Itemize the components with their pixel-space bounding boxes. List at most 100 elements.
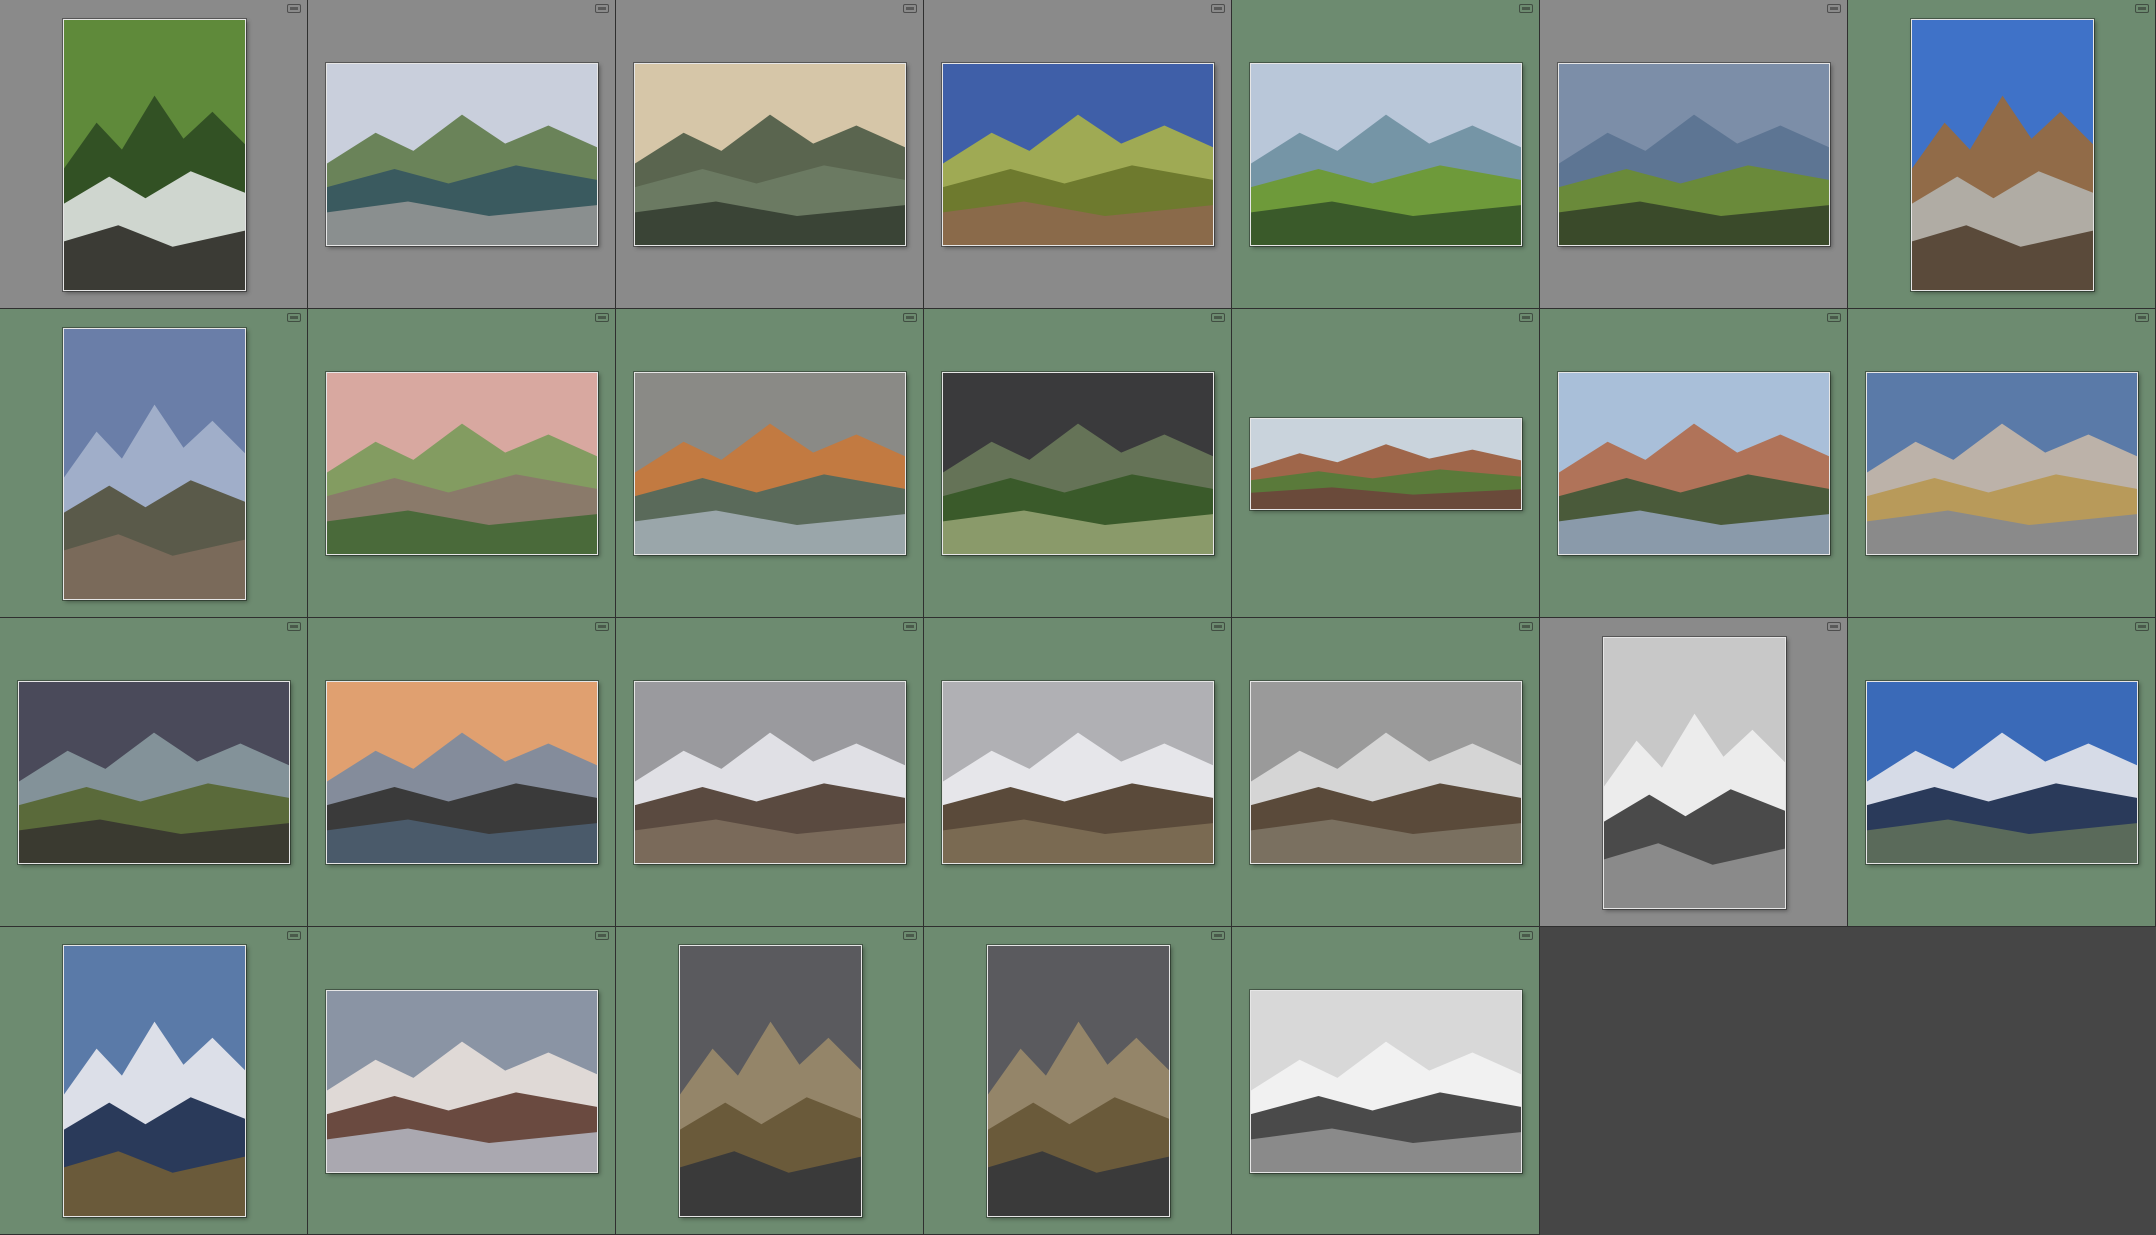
rock-tor-thumbnail[interactable] xyxy=(326,372,598,555)
quick-collection-badge-icon[interactable] xyxy=(903,313,917,322)
monochrome-waterfall-thumbnail[interactable] xyxy=(1250,990,1522,1173)
misty-snow-glen-thumbnail[interactable] xyxy=(1250,681,1522,864)
quick-collection-badge-icon[interactable] xyxy=(1827,313,1841,322)
lighthouse-coast-thumbnail[interactable] xyxy=(18,681,290,864)
quick-collection-badge-icon[interactable] xyxy=(903,4,917,13)
quick-collection-badge-icon[interactable] xyxy=(1211,622,1225,631)
coastal-headland-thumbnail[interactable] xyxy=(1558,63,1830,246)
lake-woodland-thumbnail[interactable] xyxy=(1558,372,1830,555)
thumbnail-cell[interactable] xyxy=(1848,0,2156,309)
thumbnail-cell[interactable] xyxy=(616,0,924,309)
thumbnail-cell[interactable] xyxy=(308,309,616,618)
quick-collection-badge-icon[interactable] xyxy=(1211,313,1225,322)
quick-collection-badge-icon[interactable] xyxy=(1211,931,1225,940)
thumbnail-cell[interactable] xyxy=(1848,309,2156,618)
thumbnail-cell[interactable] xyxy=(616,927,924,1235)
lighthouse-coast-icon xyxy=(19,682,289,863)
quick-collection-badge-icon[interactable] xyxy=(1211,4,1225,13)
mountain-valley-thumbnail[interactable] xyxy=(634,63,906,246)
thumbnail-grid xyxy=(0,0,2156,1235)
quick-collection-badge-icon[interactable] xyxy=(2135,4,2149,13)
quick-collection-badge-icon[interactable] xyxy=(2135,622,2149,631)
quick-collection-badge-icon[interactable] xyxy=(1519,622,1533,631)
snowy-mountain-thumbnail[interactable] xyxy=(634,681,906,864)
thumbnail-cell[interactable] xyxy=(308,0,616,309)
thumbnail-cell[interactable] xyxy=(308,618,616,927)
peak-reflection-icon xyxy=(1867,682,2137,863)
snowy-peak-thumbnail[interactable] xyxy=(942,681,1214,864)
quick-collection-badge-icon[interactable] xyxy=(2135,313,2149,322)
mountain-reflection-icon xyxy=(327,682,597,863)
glen-road-icon xyxy=(988,946,1169,1216)
thumbnail-cell[interactable] xyxy=(1232,927,1540,1235)
storm-tree-icon xyxy=(943,373,1213,554)
snowy-mountain-icon xyxy=(635,682,905,863)
coastal-path-thumbnail[interactable] xyxy=(1250,63,1522,246)
monochrome-glen-icon xyxy=(1604,638,1785,908)
quick-collection-badge-icon[interactable] xyxy=(595,4,609,13)
rocky-hill-thumbnail[interactable] xyxy=(1911,19,2094,291)
autumn-peaks-thumbnail[interactable] xyxy=(1250,418,1522,510)
rocky-hill-icon xyxy=(1912,20,2093,290)
thumbnail-cell[interactable] xyxy=(1540,309,1848,618)
tower-field-icon xyxy=(943,64,1213,245)
thumbnail-cell[interactable] xyxy=(924,0,1232,309)
thumbnail-cell[interactable] xyxy=(924,309,1232,618)
quick-collection-badge-icon[interactable] xyxy=(595,931,609,940)
mountain-reflection-thumbnail[interactable] xyxy=(326,681,598,864)
thumbnail-cell[interactable] xyxy=(1848,618,2156,927)
monochrome-glen-thumbnail[interactable] xyxy=(1603,637,1786,909)
lake-woodland-icon xyxy=(1559,373,1829,554)
peak-lake-reflection-thumbnail[interactable] xyxy=(63,945,246,1217)
thumbnail-cell[interactable] xyxy=(1540,0,1848,309)
thumbnail-cell[interactable] xyxy=(0,0,308,309)
quick-collection-badge-icon[interactable] xyxy=(595,313,609,322)
thumbnail-cell[interactable] xyxy=(1232,618,1540,927)
thumbnail-cell[interactable] xyxy=(1232,309,1540,618)
misty-pier-thumbnail[interactable] xyxy=(63,328,246,600)
peak-reflection-thumbnail[interactable] xyxy=(1866,681,2138,864)
quick-collection-badge-icon[interactable] xyxy=(287,313,301,322)
thumbnail-cell[interactable] xyxy=(0,309,308,618)
quick-collection-badge-icon[interactable] xyxy=(287,931,301,940)
storm-tree-thumbnail[interactable] xyxy=(942,372,1214,555)
quick-collection-badge-icon[interactable] xyxy=(903,931,917,940)
misty-pier-icon xyxy=(64,329,245,599)
thumbnail-cell[interactable] xyxy=(616,618,924,927)
thumbnail-cell[interactable] xyxy=(1232,0,1540,309)
thumbnail-cell[interactable] xyxy=(0,927,308,1235)
quick-collection-badge-icon[interactable] xyxy=(1519,313,1533,322)
peak-lake-reflection-icon xyxy=(64,946,245,1216)
glen-road-thumbnail[interactable] xyxy=(987,945,1170,1217)
coastal-inlet-thumbnail[interactable] xyxy=(326,63,598,246)
thumbnail-cell[interactable] xyxy=(308,927,616,1235)
mountain-valley-icon xyxy=(635,64,905,245)
quick-collection-badge-icon[interactable] xyxy=(1827,622,1841,631)
thumbnail-cell[interactable] xyxy=(616,309,924,618)
quick-collection-badge-icon[interactable] xyxy=(287,4,301,13)
coastal-headland-icon xyxy=(1559,64,1829,245)
lake-hills-icon xyxy=(635,373,905,554)
forest-stream-thumbnail[interactable] xyxy=(63,19,246,291)
thumbnail-cell[interactable] xyxy=(1540,618,1848,927)
forest-stream-icon xyxy=(64,20,245,290)
quick-collection-badge-icon[interactable] xyxy=(287,622,301,631)
quick-collection-badge-icon[interactable] xyxy=(1827,4,1841,13)
loch-mountain-icon xyxy=(327,991,597,1172)
quick-collection-badge-icon[interactable] xyxy=(595,622,609,631)
glen-road-thumbnail[interactable] xyxy=(679,945,862,1217)
thumbnail-cell[interactable] xyxy=(924,927,1232,1235)
rock-tor-icon xyxy=(327,373,597,554)
quick-collection-badge-icon[interactable] xyxy=(1519,4,1533,13)
quick-collection-badge-icon[interactable] xyxy=(903,622,917,631)
tower-field-thumbnail[interactable] xyxy=(942,63,1214,246)
loch-mountain-thumbnail[interactable] xyxy=(326,990,598,1173)
harbour-wall-thumbnail[interactable] xyxy=(1866,372,2138,555)
glen-road-icon xyxy=(680,946,861,1216)
thumbnail-cell[interactable] xyxy=(924,618,1232,927)
thumbnail-cell[interactable] xyxy=(0,618,308,927)
harbour-wall-icon xyxy=(1867,373,2137,554)
quick-collection-badge-icon[interactable] xyxy=(1519,931,1533,940)
lake-hills-thumbnail[interactable] xyxy=(634,372,906,555)
snowy-peak-icon xyxy=(943,682,1213,863)
